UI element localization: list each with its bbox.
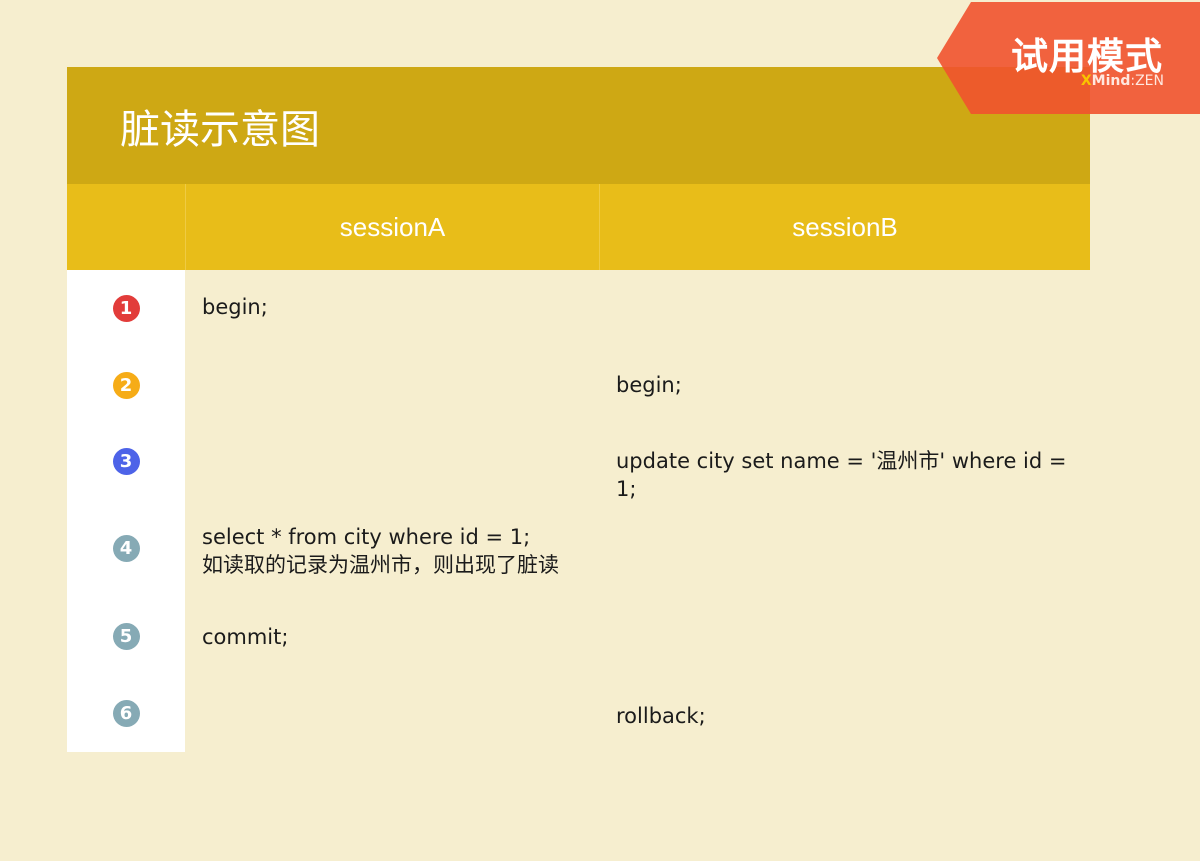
session-a-cell	[185, 423, 598, 499]
session-b-cell: rollback;	[598, 675, 1090, 752]
trial-mode-text: 试用模式	[1011, 35, 1163, 78]
step-badge: 4	[112, 534, 140, 562]
session-b-cell: update city set name = '温州市' where id = …	[598, 423, 1090, 501]
session-a-text: begin;	[202, 295, 268, 319]
step-cell: 5	[67, 597, 185, 675]
session-b-text: update city set name = '温州市' where id = …	[616, 449, 1067, 501]
step-badge: 3	[112, 447, 140, 475]
trial-mode-watermark: 试用模式 XMind:ZEN	[937, 2, 1200, 114]
session-a-cell	[185, 347, 598, 423]
step-badge: 1	[112, 295, 140, 322]
step-badge: 5	[112, 622, 140, 650]
step-badge: 2	[112, 371, 140, 399]
step-cell: 4	[67, 499, 185, 597]
step-cell: 1	[67, 270, 185, 347]
session-a-cell: commit;	[185, 597, 598, 675]
logo-x: X	[1080, 73, 1092, 89]
session-a-note: 如读取的记录为温州市，则出现了脏读	[202, 553, 559, 577]
logo-zen: ZEN	[1135, 73, 1164, 89]
session-b-cell: begin;	[598, 347, 1090, 423]
table-row: 1 begin;	[67, 270, 1090, 347]
table-row: 2 begin;	[67, 347, 1090, 423]
header-step-cell	[67, 184, 186, 270]
table-row: 3 update city set name = '温州市' where id …	[67, 423, 1090, 501]
diagram-title: 脏读示意图	[120, 106, 320, 153]
title-bar: 脏读示意图	[67, 67, 1090, 184]
step-cell: 3	[67, 423, 185, 499]
session-b-cell	[598, 270, 1090, 347]
session-a-text: select * from city where id = 1;	[202, 525, 531, 549]
table-row: 5 commit;	[67, 597, 1090, 675]
xmind-zen-logo: XMind:ZEN	[1081, 73, 1164, 89]
header-session-b: sessionB	[792, 211, 898, 242]
header-session-a: sessionA	[186, 184, 600, 270]
session-b-text: rollback;	[616, 704, 706, 728]
step-cell: 6	[67, 675, 185, 752]
session-a-text: commit;	[202, 625, 289, 649]
table-row: 4 select * from city where id = 1; 如读取的记…	[67, 499, 1090, 597]
session-a-cell: select * from city where id = 1; 如读取的记录为…	[185, 499, 598, 597]
session-b-text: begin;	[616, 373, 682, 397]
logo-mind: Mind	[1091, 73, 1131, 89]
step-cell: 2	[67, 347, 185, 423]
step-badge: 6	[112, 700, 140, 727]
table-row: 6 rollback;	[67, 675, 1090, 752]
session-a-cell	[185, 675, 598, 752]
session-b-cell	[598, 499, 1090, 597]
session-b-cell	[598, 597, 1090, 675]
dirty-read-diagram: 脏读示意图 sessionA sessionB 1 begin; 2 begin…	[67, 67, 1090, 752]
session-a-cell: begin;	[185, 270, 598, 347]
column-header-row: sessionA sessionB	[67, 184, 1090, 270]
